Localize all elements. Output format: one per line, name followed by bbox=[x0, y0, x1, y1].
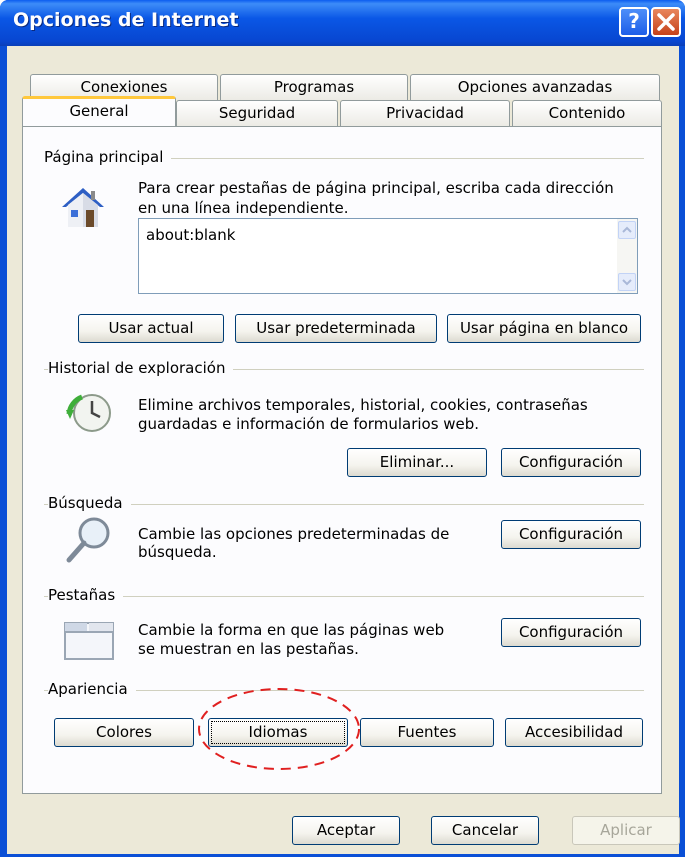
scroll-down-button[interactable] bbox=[618, 273, 636, 291]
chevron-down-icon bbox=[622, 279, 632, 286]
dialog-window: Opciones de Internet ? Conexiones Progra… bbox=[0, 0, 685, 857]
tabs-group-label: Pestañas bbox=[48, 586, 124, 604]
tab-contenido[interactable]: Contenido bbox=[512, 100, 662, 126]
tabs-window-icon bbox=[64, 622, 114, 660]
apply-button[interactable]: Aplicar bbox=[572, 816, 680, 845]
help-button[interactable]: ? bbox=[619, 7, 649, 37]
chevron-up-icon bbox=[622, 226, 632, 233]
home-page-value: about:blank bbox=[146, 226, 236, 244]
tab-general[interactable]: General bbox=[22, 96, 176, 126]
window-title: Opciones de Internet bbox=[13, 9, 239, 31]
home-description-line1: Para crear pestañas de página principal,… bbox=[138, 179, 614, 197]
scroll-up-button[interactable] bbox=[618, 221, 636, 239]
ok-button[interactable]: Aceptar bbox=[292, 816, 400, 845]
home-icon bbox=[62, 188, 104, 227]
search-settings-button[interactable]: Configuración bbox=[501, 520, 641, 549]
accessibility-button[interactable]: Accesibilidad bbox=[505, 718, 643, 747]
cancel-button[interactable]: Cancelar bbox=[431, 816, 539, 845]
tab-programas[interactable]: Programas bbox=[220, 74, 408, 100]
home-description-line2: en una línea independiente. bbox=[138, 199, 349, 217]
use-blank-button[interactable]: Usar página en blanco bbox=[447, 314, 641, 343]
tabs-group-line bbox=[44, 596, 644, 597]
search-group-line bbox=[44, 504, 644, 505]
close-button[interactable] bbox=[651, 7, 681, 37]
search-group-label: Búsqueda bbox=[48, 494, 131, 512]
tabs-settings-button[interactable]: Configuración bbox=[501, 618, 641, 647]
delete-history-button[interactable]: Eliminar... bbox=[347, 448, 487, 477]
history-clock-icon bbox=[66, 394, 111, 432]
tabs-description-line1: Cambie la forma en que las páginas web bbox=[138, 621, 445, 639]
tab-seguridad[interactable]: Seguridad bbox=[176, 100, 338, 126]
search-description-line2: búsqueda. bbox=[138, 543, 217, 561]
fonts-button[interactable]: Fuentes bbox=[360, 718, 494, 747]
search-magnifier-icon bbox=[66, 517, 110, 563]
use-current-button[interactable]: Usar actual bbox=[78, 314, 224, 343]
colors-button[interactable]: Colores bbox=[54, 718, 194, 747]
appearance-group-label: Apariencia bbox=[48, 680, 136, 698]
use-default-button[interactable]: Usar predeterminada bbox=[235, 314, 437, 343]
home-group-label: Página principal bbox=[44, 148, 172, 166]
close-icon bbox=[657, 13, 675, 31]
history-group-label: Historial de exploración bbox=[48, 359, 234, 377]
home-textarea-scrollbar[interactable] bbox=[617, 219, 637, 293]
tabs-description-line2: se muestran en las pestañas. bbox=[138, 640, 359, 658]
history-description-line2: guardadas e información de formularios w… bbox=[138, 415, 480, 433]
history-settings-button[interactable]: Configuración bbox=[501, 448, 641, 477]
history-description-line1: Elimine archivos temporales, historial, … bbox=[138, 396, 588, 414]
tab-privacidad[interactable]: Privacidad bbox=[340, 100, 510, 126]
home-page-textarea[interactable]: about:blank bbox=[138, 218, 638, 294]
title-bar[interactable]: Opciones de Internet ? bbox=[0, 0, 685, 46]
tab-opciones-avanzadas[interactable]: Opciones avanzadas bbox=[410, 74, 660, 100]
highlight-ellipse bbox=[198, 688, 360, 770]
